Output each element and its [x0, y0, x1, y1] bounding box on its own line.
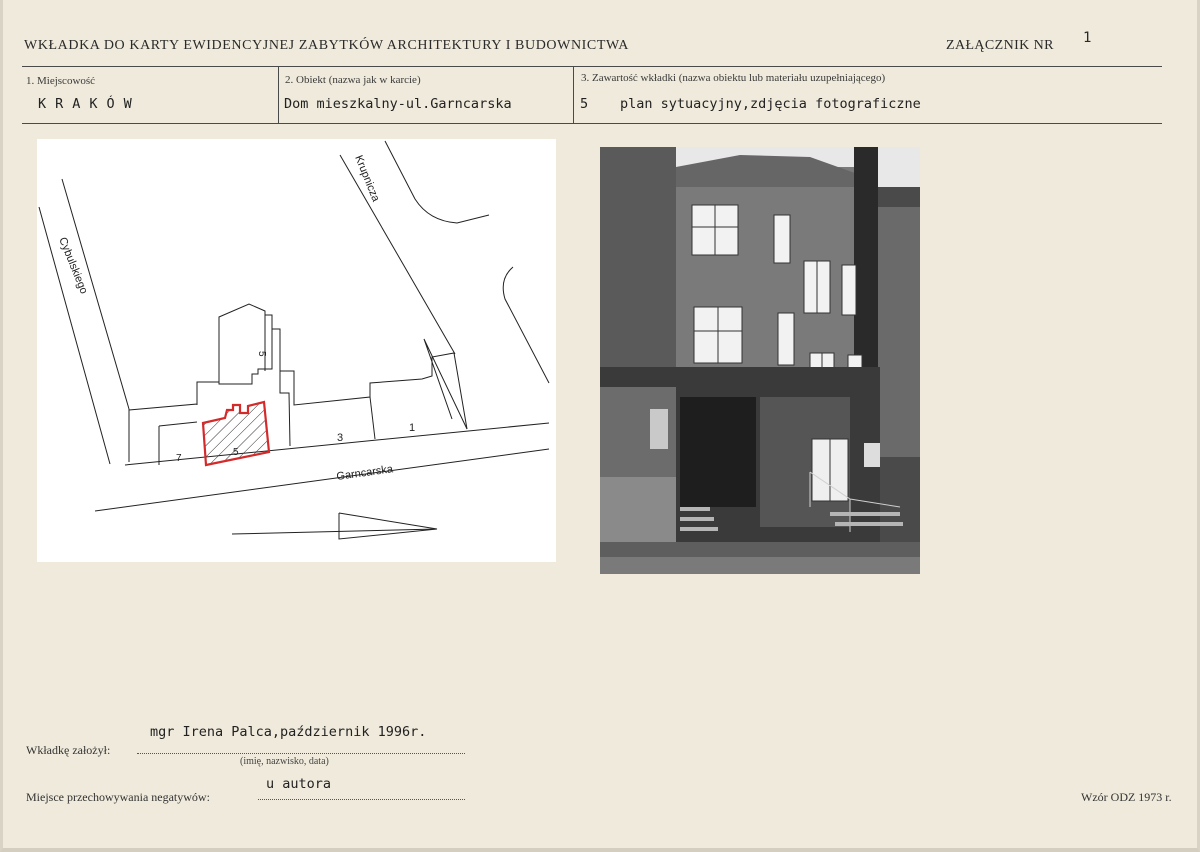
krupnicza-edge-right — [384, 140, 490, 224]
site-plan-drawing: Cybulskiego Krupnicza Garncarska 5 3 1 7… — [38, 140, 550, 540]
plot-number-1: 1 — [409, 422, 415, 434]
plot-number-5: 5 — [233, 447, 239, 458]
building-5-east — [272, 328, 291, 447]
cybulskiego-edge-left — [38, 206, 111, 465]
photo-drawing — [600, 147, 920, 574]
header-rule-top — [22, 66, 1162, 67]
contents-number: 5 — [580, 96, 589, 112]
founder-label: Wkładkę założył: — [26, 743, 111, 757]
site-plan: Cybulskiego Krupnicza Garncarska 5 3 1 7… — [37, 139, 556, 562]
krupnicza-edge-left — [339, 154, 456, 355]
field-divider-1 — [278, 66, 279, 123]
object-label: 2. Obiekt (nazwa jak w karcie) — [285, 74, 421, 86]
garncarska-edge-top — [124, 422, 550, 466]
plot-divider-3-1 — [369, 396, 376, 440]
north-arrow-head — [338, 512, 438, 540]
krupnicza-corner — [502, 266, 550, 384]
founder-value: mgr Irena Palca,październik 1996r. — [150, 724, 427, 740]
north-arrow-shaft — [231, 528, 438, 535]
building-5-outline — [218, 303, 273, 382]
founder-caption: (imię, nazwisko, data) — [240, 756, 329, 767]
locality-value: KRAKÓW — [38, 96, 141, 112]
building-7-top — [158, 421, 198, 427]
plot-number-3: 3 — [337, 432, 343, 444]
negatives-label: Miejsce przechowywania negatywów: — [26, 790, 210, 804]
building-3-1-roofline — [280, 352, 468, 430]
negatives-line — [258, 799, 465, 800]
plot-number-5-north: 5 — [256, 351, 267, 357]
contents-value: plan sytuacyjny,zdjęcia fotograficzne — [620, 96, 921, 112]
plot-1-edge — [423, 338, 468, 430]
annex-number: 1 — [1083, 30, 1092, 46]
locality-label: 1. Miejscowość — [26, 75, 96, 87]
form-title: WKŁADKA DO KARTY EWIDENCYJNEJ ZABYTKÓW A… — [24, 38, 629, 53]
street-label-krupnicza: Krupnicza — [352, 154, 382, 205]
annex-label: ZAŁĄCZNIK NR — [946, 38, 1054, 53]
building-left-wall — [128, 381, 219, 411]
cybulskiego-edge-right — [61, 178, 130, 410]
field-divider-2 — [573, 66, 574, 123]
form-model-label: Wzór ODZ 1973 r. — [1081, 790, 1172, 804]
plot-number-7: 7 — [176, 453, 182, 464]
street-label-garncarska: Garncarska — [336, 463, 395, 483]
object-value: Dom mieszkalny-ul.Garncarska — [284, 96, 512, 112]
garncarska-edge-bottom — [94, 448, 550, 512]
negatives-value: u autora — [266, 776, 332, 792]
header-rule-bottom — [22, 123, 1162, 124]
founder-line — [137, 753, 465, 754]
contents-label: 3. Zawartość wkładki (nazwa obiektu lub … — [581, 72, 886, 84]
building-photograph — [600, 147, 920, 574]
